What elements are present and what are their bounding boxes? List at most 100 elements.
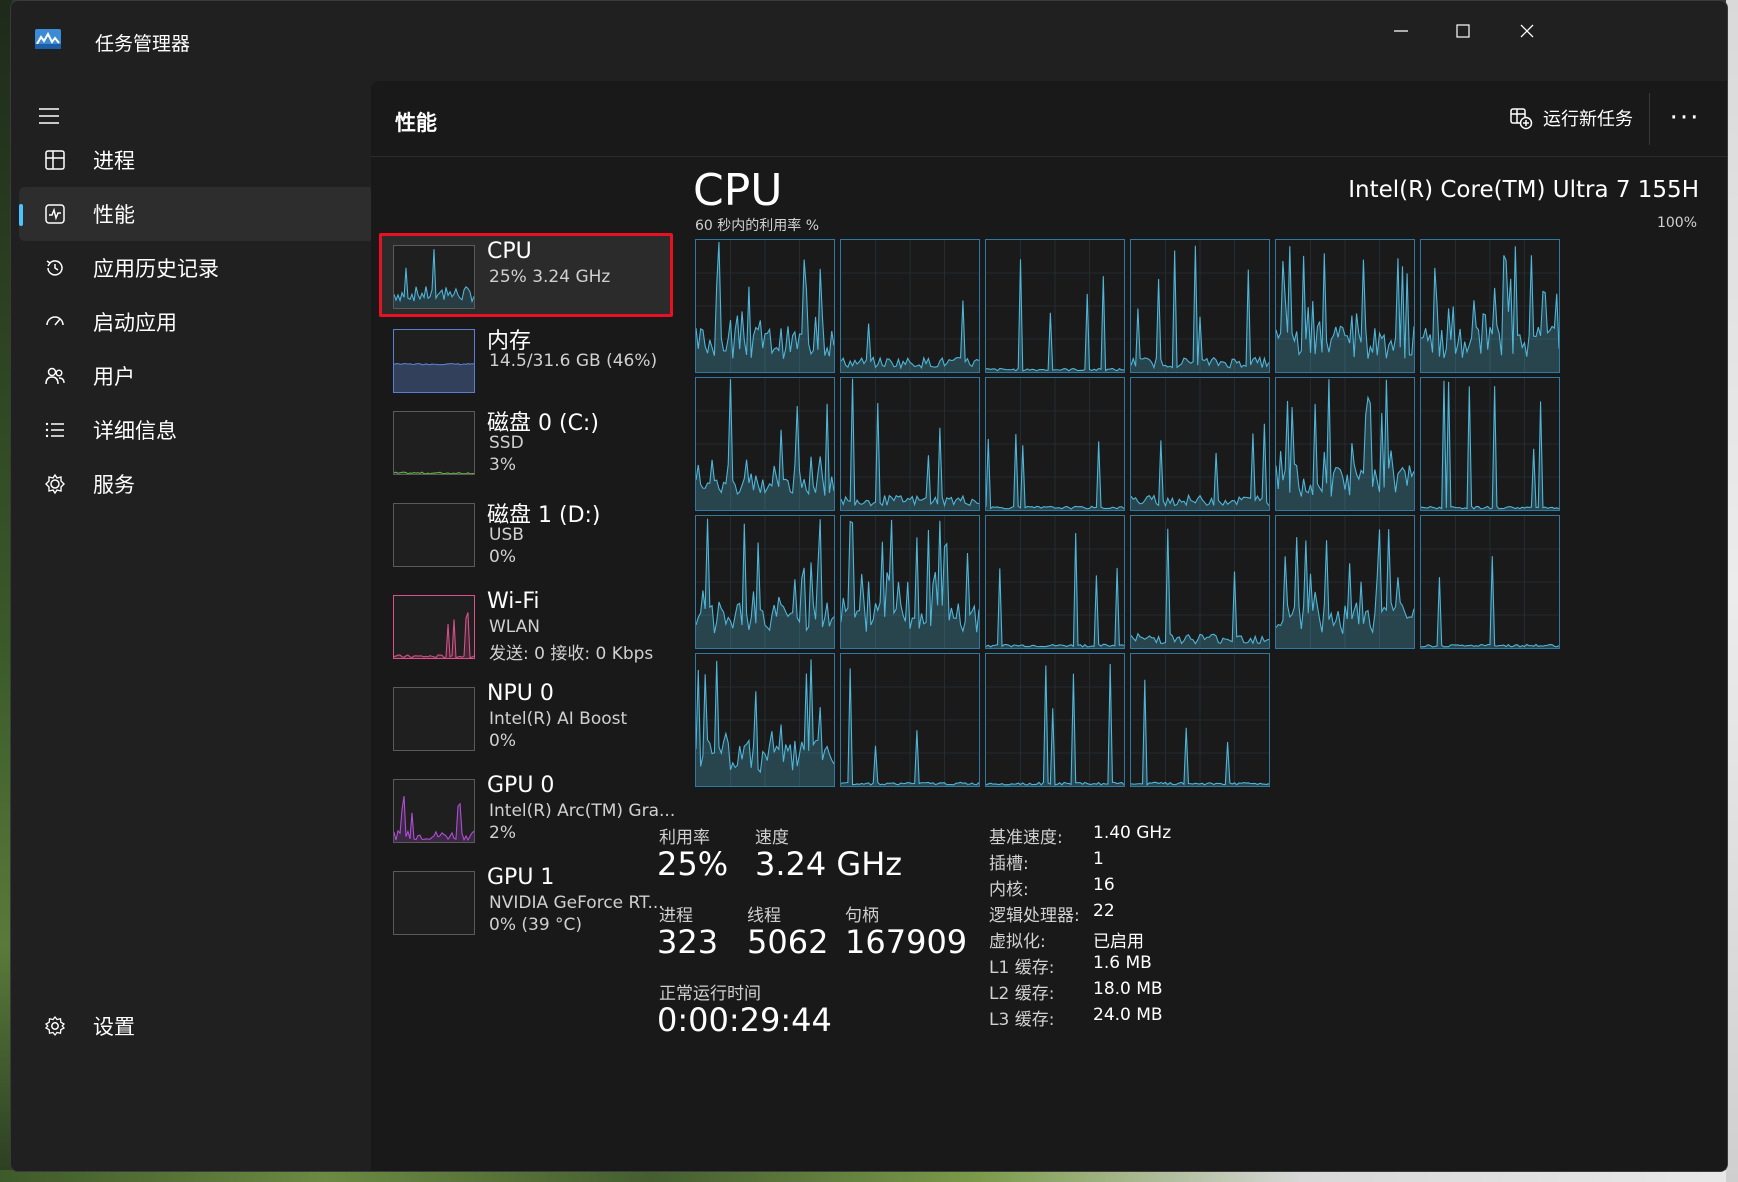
history-icon <box>43 256 67 280</box>
usage-line <box>394 796 474 842</box>
device-name: GPU 0 <box>487 773 555 798</box>
detail-key: 逻辑处理器: <box>989 906 1080 926</box>
detail-value: 1 <box>1093 849 1104 869</box>
nav-item-details[interactable]: 详细信息 <box>19 403 375 457</box>
device-sub1: WLAN <box>489 617 541 637</box>
graph-max-label: 100% <box>1656 215 1697 231</box>
detail-value: 1.6 MB <box>1093 953 1152 973</box>
detail-key: 插槽: <box>989 854 1029 874</box>
utilization-value: 25% <box>657 845 729 883</box>
minimize-button[interactable] <box>1373 11 1429 51</box>
usage-graph <box>1421 516 1559 648</box>
logical-processor-graph-2 <box>840 239 980 373</box>
device-sub2: 2% <box>489 823 516 843</box>
detail-value: 16 <box>1093 875 1115 895</box>
usage-graph <box>394 362 474 392</box>
cpu-model: Intel(R) Core(TM) Ultra 7 155H <box>1348 177 1699 203</box>
logical-processor-graph-18 <box>1420 515 1560 649</box>
selection-indicator <box>19 204 23 226</box>
threads-value: 5062 <box>747 923 829 961</box>
logical-processor-graph-20 <box>840 653 980 787</box>
device-item-3[interactable]: 磁盘 0 (C:) SSD 3% <box>379 399 671 483</box>
logical-processor-graph-10 <box>1130 377 1270 511</box>
minimize-icon <box>1394 30 1408 32</box>
device-item-7[interactable]: GPU 0 Intel(R) Arc(TM) Gra... 2% <box>379 767 675 851</box>
logical-processor-graph-22 <box>1130 653 1270 787</box>
logical-processor-graph-8 <box>840 377 980 511</box>
maximize-icon <box>1456 24 1470 38</box>
graph-label: 60 秒内的利用率 % <box>695 218 820 234</box>
device-sub1: 14.5/31.6 GB (46%) <box>489 351 658 371</box>
device-thumbnail-graph <box>393 503 475 567</box>
page-title: 性能 <box>395 111 437 135</box>
detail-value: 已启用 <box>1093 932 1144 952</box>
device-item-2[interactable]: 内存 14.5/31.6 GB (46%) <box>379 317 671 401</box>
device-thumbnail-graph <box>393 595 475 659</box>
usage-graph <box>1276 240 1414 372</box>
run-new-task-label: 运行新任务 <box>1543 109 1633 130</box>
nav-item-startup-apps[interactable]: 启动应用 <box>19 295 375 349</box>
services-icon <box>43 472 67 496</box>
usage-graph <box>841 516 979 648</box>
usage-graph <box>696 240 834 372</box>
nav-label-startup-apps: 启动应用 <box>93 311 177 335</box>
nav-item-settings[interactable]: 设置 <box>19 999 375 1053</box>
detail-key: 虚拟化: <box>989 932 1046 952</box>
device-item-6[interactable]: NPU 0 Intel(R) AI Boost 0% <box>379 675 671 759</box>
nav-item-performance[interactable]: 性能 <box>19 187 375 241</box>
usage-graph <box>986 378 1124 510</box>
cpu-title: CPU <box>693 165 783 216</box>
device-thumbnail-graph <box>393 329 475 393</box>
close-button[interactable] <box>1499 11 1555 51</box>
usage-graph <box>696 654 834 786</box>
usage-area <box>394 363 474 392</box>
device-item-4[interactable]: 磁盘 1 (D:) USB 0% <box>379 491 671 575</box>
logical-processor-graph-11 <box>1275 377 1415 511</box>
logical-processor-graph-3 <box>985 239 1125 373</box>
usage-graph <box>394 612 474 658</box>
performance-icon <box>43 202 67 226</box>
nav-item-services[interactable]: 服务 <box>19 457 375 511</box>
nav-label-processes: 进程 <box>93 149 135 173</box>
usage-area <box>394 612 474 658</box>
device-sub1: USB <box>489 525 524 545</box>
details-icon <box>43 418 67 442</box>
nav-item-app-history[interactable]: 应用历史记录 <box>19 241 375 295</box>
more-options-button[interactable]: ··· <box>1657 93 1713 143</box>
maximize-button[interactable] <box>1435 11 1491 51</box>
logical-processor-graph-17 <box>1275 515 1415 649</box>
usage-graph <box>986 654 1124 786</box>
device-item-8[interactable]: GPU 1 NVIDIA GeForce RT... 0% (39 °C) <box>379 859 671 943</box>
run-task-icon <box>1510 108 1533 130</box>
title-bar[interactable]: 任务管理器 <box>11 1 1727 81</box>
handles-value: 167909 <box>845 923 968 961</box>
nav-item-processes[interactable]: 进程 <box>19 133 375 187</box>
detail-key: 基准速度: <box>989 828 1063 848</box>
nav-label-settings: 设置 <box>93 1015 135 1039</box>
nav-item-users[interactable]: 用户 <box>19 349 375 403</box>
run-new-task-button[interactable]: 运行新任务 <box>1499 93 1643 143</box>
device-item-5[interactable]: Wi-Fi WLAN 发送: 0 接收: 0 Kbps <box>379 583 671 667</box>
usage-graph <box>394 796 474 842</box>
header-divider <box>1649 93 1650 145</box>
usage-graph <box>1131 516 1269 648</box>
hamburger-menu-icon[interactable] <box>35 105 65 127</box>
detail-value: 22 <box>1093 901 1115 921</box>
device-sub2: 0% <box>489 731 516 751</box>
nav-label-performance: 性能 <box>93 203 135 227</box>
device-sub1: SSD <box>489 433 524 453</box>
logical-processor-graph-14 <box>840 515 980 649</box>
usage-graph <box>841 240 979 372</box>
logical-processor-graph-12 <box>1420 377 1560 511</box>
logical-processor-graph-1 <box>695 239 835 373</box>
users-icon <box>43 364 67 388</box>
device-sub1: Intel(R) Arc(TM) Gra... <box>489 801 676 821</box>
detail-key: L1 缓存: <box>989 958 1055 978</box>
usage-graph <box>696 378 834 510</box>
device-sub2: 3% <box>489 455 516 475</box>
task-manager-window: 任务管理器 进程 性能 应用历史记录 启动应用 用户 详细信息 服务 设置 性能… <box>10 0 1728 1172</box>
usage-graph <box>841 378 979 510</box>
task-manager-icon <box>35 29 61 49</box>
detail-key: L3 缓存: <box>989 1010 1055 1030</box>
selection-highlight-box <box>379 233 673 317</box>
